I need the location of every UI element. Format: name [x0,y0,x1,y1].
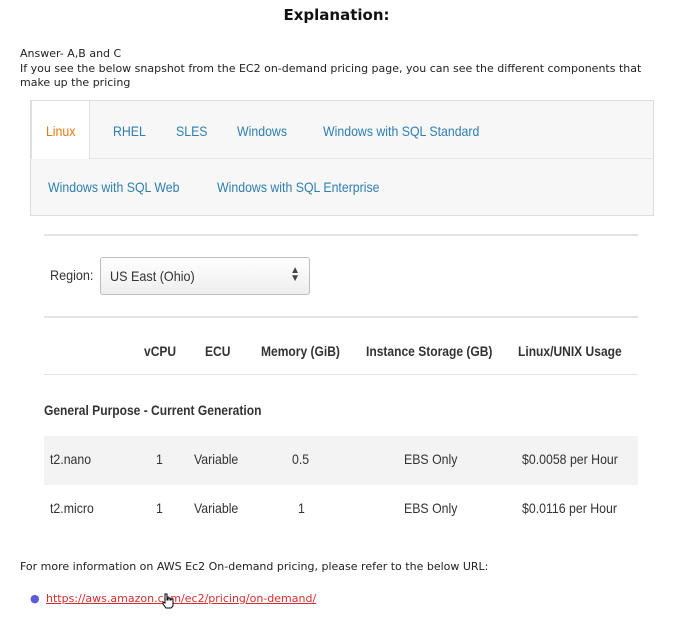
price-value: $0.0058 per Hour [522,451,618,467]
hand-cursor-icon [162,593,174,609]
region-label: Region: [50,267,94,283]
vcpu-value: 1 [156,451,163,467]
ecu-value: Variable [194,500,239,516]
instance-name: t2.nano [50,451,92,467]
tab-windows[interactable]: Windows [237,123,287,139]
select-updown-icon: ▲ ▼ [290,265,300,284]
divider [44,374,638,375]
tab-windows-sql-web[interactable]: Windows with SQL Web [48,179,179,195]
tab-windows-sql-enterprise[interactable]: Windows with SQL Enterprise [217,179,380,195]
region-select[interactable]: US East (Ohio) ▲ ▼ [100,257,310,295]
column-header-usage: Linux/UNIX Usage [518,343,622,359]
column-header-ecu: ECU [205,343,231,359]
memory-value: 1 [298,500,305,516]
instance-name: t2.micro [50,500,94,516]
column-header-vcpu: vCPU [144,343,177,359]
pricing-snapshot: Linux RHEL SLES Windows Windows with SQL… [30,100,654,528]
tab-sles[interactable]: SLES [176,123,208,139]
pricing-url-link[interactable]: https://aws.amazon.com/ec2/pricing/on-de… [46,592,316,605]
price-value: $0.0116 per Hour [522,500,617,516]
bullet-icon: ● [30,592,40,605]
storage-value: EBS Only [404,451,458,467]
ecu-value: Variable [194,451,239,467]
column-header-memory: Memory (GiB) [261,343,340,359]
os-tab-bar: Linux RHEL SLES Windows Windows with SQL… [30,100,654,216]
region-select-value: US East (Ohio) [110,268,195,284]
explanation-heading: Explanation: [283,6,390,24]
vcpu-value: 1 [156,500,163,516]
answer-text: Answer- A,B and C [20,47,122,60]
footer-text: For more information on AWS Ec2 On-deman… [20,560,489,573]
tab-linux[interactable]: Linux [31,101,91,159]
table-row: t2.nano 1 Variable 0.5 EBS Only $0.0058 … [44,436,638,485]
storage-value: EBS Only [404,500,458,516]
tab-windows-sql-standard[interactable]: Windows with SQL Standard [323,123,479,139]
tab-row-divider [32,158,653,159]
divider [44,234,638,236]
column-header-storage: Instance Storage (GB) [366,343,493,359]
tab-rhel[interactable]: RHEL [113,123,146,139]
divider [44,316,638,318]
memory-value: 0.5 [292,451,310,467]
intro-text: If you see the below snapshot from the E… [20,62,642,89]
instance-group-title: General Purpose - Current Generation [44,402,262,418]
table-row: t2.micro 1 Variable 1 EBS Only $0.0116 p… [44,485,638,528]
